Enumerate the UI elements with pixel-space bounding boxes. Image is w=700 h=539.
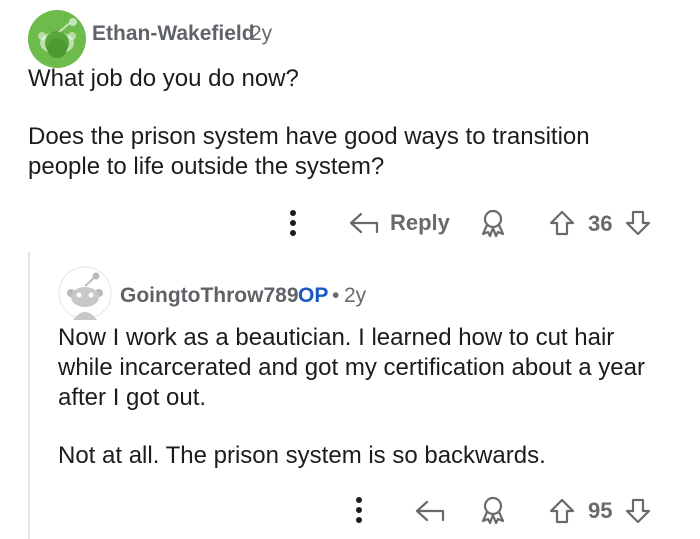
comment-paragraph: Not at all. The prison system is so back… (58, 442, 546, 469)
comment-body: Now I work as a beautician. I learned ho… (58, 323, 670, 471)
vote-count: 95 (588, 498, 613, 523)
more-options-button[interactable] (286, 208, 300, 238)
comment-body: What job do you do now? Does the prison … (28, 64, 648, 182)
snoo-avatar-icon (28, 10, 86, 68)
user-avatar[interactable] (28, 10, 86, 68)
comment-paragraph: Does the prison system have good ways to… (28, 123, 590, 180)
reply-button[interactable]: Reply (348, 208, 450, 238)
comment-thread: Ethan-Wakefield 2y What job do you do no… (0, 0, 700, 539)
comment-username[interactable]: GoingtoThrow789 (120, 284, 299, 308)
downvote-arrow-icon (625, 498, 651, 524)
award-icon (481, 496, 505, 525)
more-vertical-icon (356, 497, 362, 523)
meta-separator: • (332, 284, 340, 307)
more-options-button[interactable] (352, 495, 366, 525)
comment-username[interactable]: Ethan-Wakefield (92, 22, 255, 46)
upvote-arrow-icon (549, 210, 575, 236)
downvote-arrow-icon (625, 210, 651, 236)
award-button[interactable] (478, 495, 508, 525)
award-icon (481, 209, 505, 238)
op-badge: OP (298, 284, 329, 307)
downvote-button[interactable] (624, 208, 652, 238)
award-button[interactable] (478, 208, 508, 238)
comment-age: 2y (344, 284, 367, 307)
reply-label: Reply (390, 210, 450, 235)
thread-line[interactable] (28, 252, 30, 539)
snoo-avatar-icon (58, 266, 112, 320)
vote-count: 36 (588, 211, 613, 236)
comment-paragraph: What job do you do now? (28, 65, 299, 92)
reply-button[interactable] (414, 498, 446, 524)
downvote-button[interactable] (624, 496, 652, 526)
reply-arrow-icon (349, 212, 379, 234)
user-avatar[interactable] (58, 266, 112, 320)
upvote-button[interactable] (548, 496, 576, 526)
comment-paragraph: Now I work as a beautician. I learned ho… (58, 324, 645, 411)
more-vertical-icon (290, 210, 296, 236)
upvote-arrow-icon (549, 498, 575, 524)
reply-arrow-icon (415, 500, 445, 522)
upvote-button[interactable] (548, 208, 576, 238)
comment-age: 2y (250, 22, 273, 45)
